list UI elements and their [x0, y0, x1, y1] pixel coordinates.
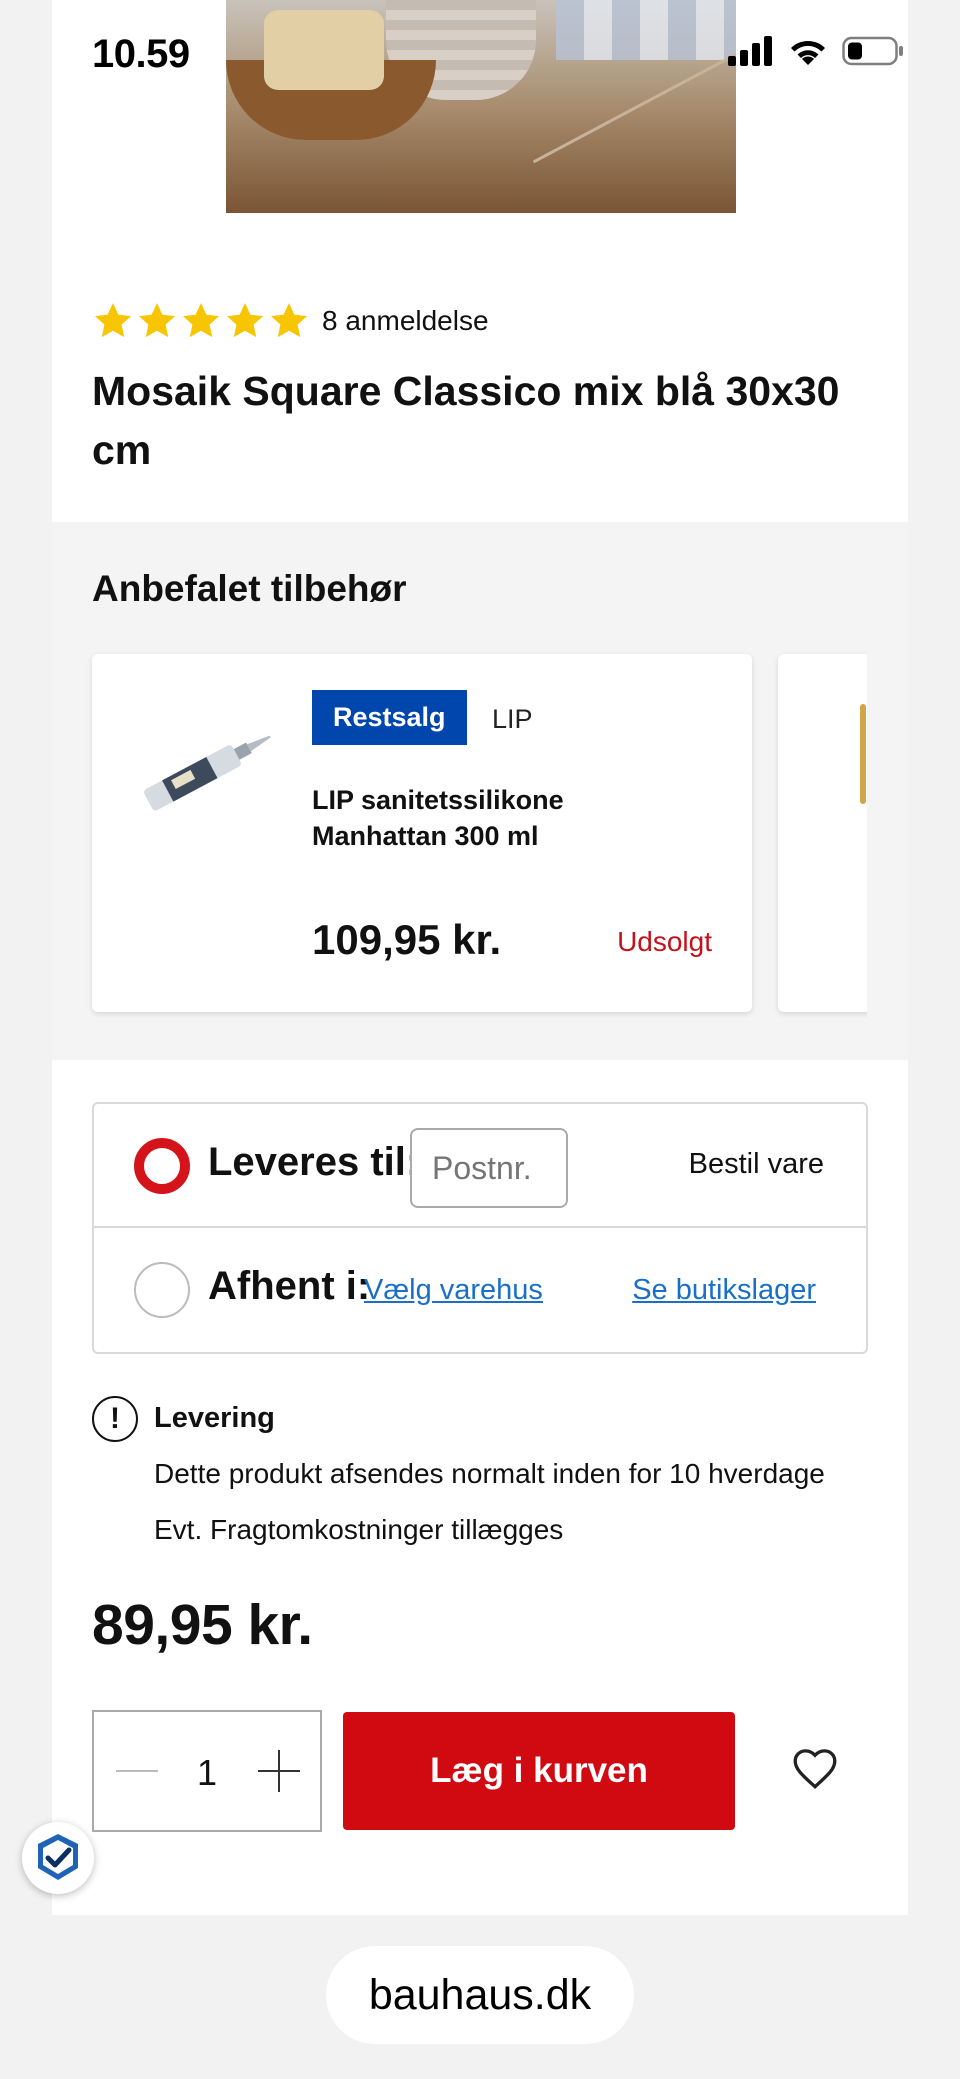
accessory-brand: LIP: [492, 704, 533, 734]
status-icons: [728, 36, 904, 66]
shipping-info-line: Evt. Fragtomkostninger tillægges: [154, 1514, 564, 1545]
stock-status: Udsolgt: [617, 926, 712, 957]
status-time: 10.59: [92, 32, 190, 76]
ship-label: Leveres til:: [208, 1140, 420, 1184]
pickup-radio[interactable]: [134, 1262, 190, 1318]
order-item-text: Bestil vare: [688, 1148, 824, 1180]
add-to-cart-button[interactable]: Læg i kurven: [343, 1712, 735, 1830]
star-icon: [94, 303, 132, 338]
plus-icon[interactable]: [258, 1750, 300, 1792]
silicone-tube-image: [144, 735, 271, 811]
product-price: 89,95 kr.: [92, 1593, 313, 1657]
store-stock-link[interactable]: Se butikslager: [632, 1274, 816, 1307]
accessory-name[interactable]: LIP sanitetssilikone Manhattan 300 ml: [312, 782, 612, 854]
accessory-card[interactable]: Restsalg LIP LIP sanitetssilikone Manhat…: [92, 654, 752, 1012]
star-icon: [226, 303, 264, 338]
star-icon: [138, 303, 176, 338]
delivery-option-ship[interactable]: Leveres til: Bestil vare: [94, 1104, 866, 1228]
pickup-label: Afhent i:: [208, 1264, 371, 1308]
star-icon: [182, 303, 220, 338]
info-exclamation-icon: !: [92, 1396, 138, 1442]
battery-icon: [842, 36, 903, 66]
choose-store-link[interactable]: Vælg varehus: [364, 1274, 543, 1307]
cellular-signal-icon: [728, 36, 772, 66]
review-count[interactable]: 8 anmeldelse: [322, 305, 489, 337]
recommended-accessories: Anbefalet tilbehør Restsalg LIP LIP sani…: [52, 522, 908, 1060]
rating-stars: [92, 300, 310, 342]
shipping-info-title: Levering: [154, 1402, 275, 1434]
ship-radio[interactable]: [134, 1138, 190, 1194]
wifi-icon: [791, 40, 825, 65]
product-rating[interactable]: 8 anmeldelse: [92, 300, 489, 342]
shipping-info-line: Dette produkt afsendes normalt inden for…: [154, 1458, 825, 1489]
star-icon: [270, 303, 308, 338]
product-page: 8 anmeldelse Mosaik Square Classico mix …: [52, 0, 908, 1915]
accessory-price: 109,95 kr.: [312, 916, 502, 963]
verified-check-icon: [38, 1834, 78, 1880]
accessories-heading: Anbefalet tilbehør: [92, 568, 407, 609]
trust-badge[interactable]: [22, 1822, 94, 1894]
product-title: Mosaik Square Classico mix blå 30x30 cm: [92, 368, 840, 473]
delivery-options: Leveres til: Bestil vare Afhent i: Vælg …: [92, 1102, 868, 1354]
sale-badge: Restsalg: [312, 690, 467, 745]
postal-code-input[interactable]: [410, 1128, 568, 1208]
browser-url-bar[interactable]: bauhaus.dk: [326, 1946, 634, 2044]
status-bar: 10.59: [0, 0, 960, 110]
heart-icon[interactable]: [790, 1744, 840, 1794]
delivery-option-pickup[interactable]: Afhent i: Vælg varehus Se butikslager: [94, 1228, 866, 1352]
quantity-stepper: 1: [92, 1710, 322, 1832]
